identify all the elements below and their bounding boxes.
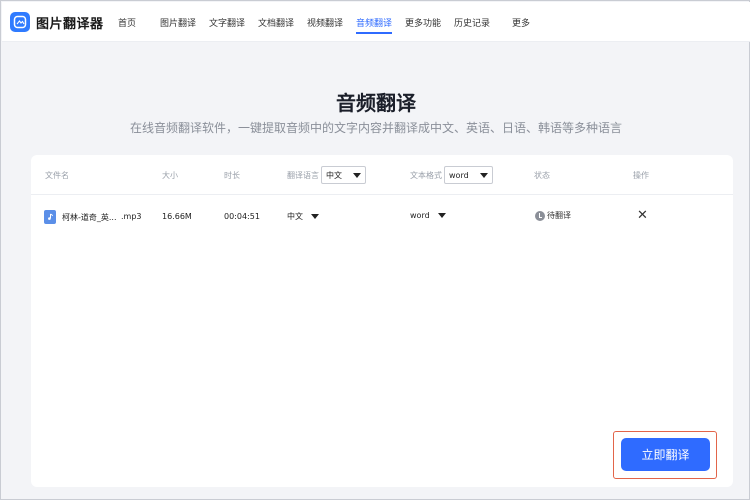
row-format-value: word [410,211,430,220]
app-name: 图片翻译器 [36,16,104,32]
row-size: 16.66M [162,212,192,221]
row-duration: 00:04:51 [224,212,260,221]
nav-image-translate[interactable]: 图片翻译 [160,16,196,29]
bulk-language-select[interactable]: 中文 [321,166,366,184]
audio-file-icon [44,210,56,224]
table-header: 文件名 大小 时长 翻译语言 中文 文本格式 word 状态 操作 [31,155,733,195]
nav-more[interactable]: 更多 [512,16,530,29]
nav-text-translate[interactable]: 文字翻译 [209,16,245,29]
row-language-value: 中文 [287,212,303,221]
nav-audio-translate-label: 音频翻译 [356,19,393,29]
bulk-format-select[interactable]: word [444,166,493,184]
header-language: 翻译语言 [287,171,319,180]
header-format: 文本格式 [410,171,442,180]
bulk-language-value: 中文 [326,170,342,180]
row-language-select[interactable]: 中文 [287,211,319,222]
clock-icon [535,210,545,221]
page-subtitle: 在线音频翻译软件，一键提取音频中的文字内容并翻译成中文、英语、日语、韩语等多种语… [129,121,622,135]
table-row: 柯林-道奇_英... .mp3 16.66M 00:04:51 中文 word … [31,199,733,235]
chevron-down-icon [437,213,446,218]
app-logo[interactable]: 图片翻译器 [10,12,104,32]
image-translator-logo-icon [10,12,30,32]
translate-now-button[interactable]: 立即翻译 [621,438,710,471]
header-duration: 时长 [224,171,240,180]
row-format-select[interactable]: word [410,211,446,220]
header-filename: 文件名 [45,171,69,180]
row-file-extension: .mp3 [121,212,142,221]
nav-document-translate[interactable]: 文档翻译 [258,16,294,29]
page-title: 音频翻译 [336,91,416,115]
nav-audio-translate[interactable]: 音频翻译 [356,16,393,34]
nav-home[interactable]: 首页 [118,16,136,29]
chevron-down-icon [480,172,488,178]
status-badge: 待翻译 [535,210,571,221]
app-window: 图片翻译器 首页 图片翻译 文字翻译 文档翻译 视频翻译 音频翻译 更多功能 历… [0,0,750,500]
top-navbar: 图片翻译器 首页 图片翻译 文字翻译 文档翻译 视频翻译 音频翻译 更多功能 历… [2,2,750,42]
nav-video-translate[interactable]: 视频翻译 [307,16,343,29]
bulk-format-value: word [449,170,469,180]
header-size: 大小 [162,171,178,180]
active-tab-underline [356,32,393,34]
header-action: 操作 [633,171,649,180]
row-status: 待翻译 [547,211,571,220]
nav-history[interactable]: 历史记录 [454,16,490,29]
close-icon[interactable]: ✕ [637,208,648,224]
chevron-down-icon [311,214,319,219]
header-status: 状态 [534,171,550,180]
row-filename: 柯林-道奇_英... [62,213,117,222]
nav-more-features[interactable]: 更多功能 [405,16,441,29]
chevron-down-icon [353,172,361,178]
